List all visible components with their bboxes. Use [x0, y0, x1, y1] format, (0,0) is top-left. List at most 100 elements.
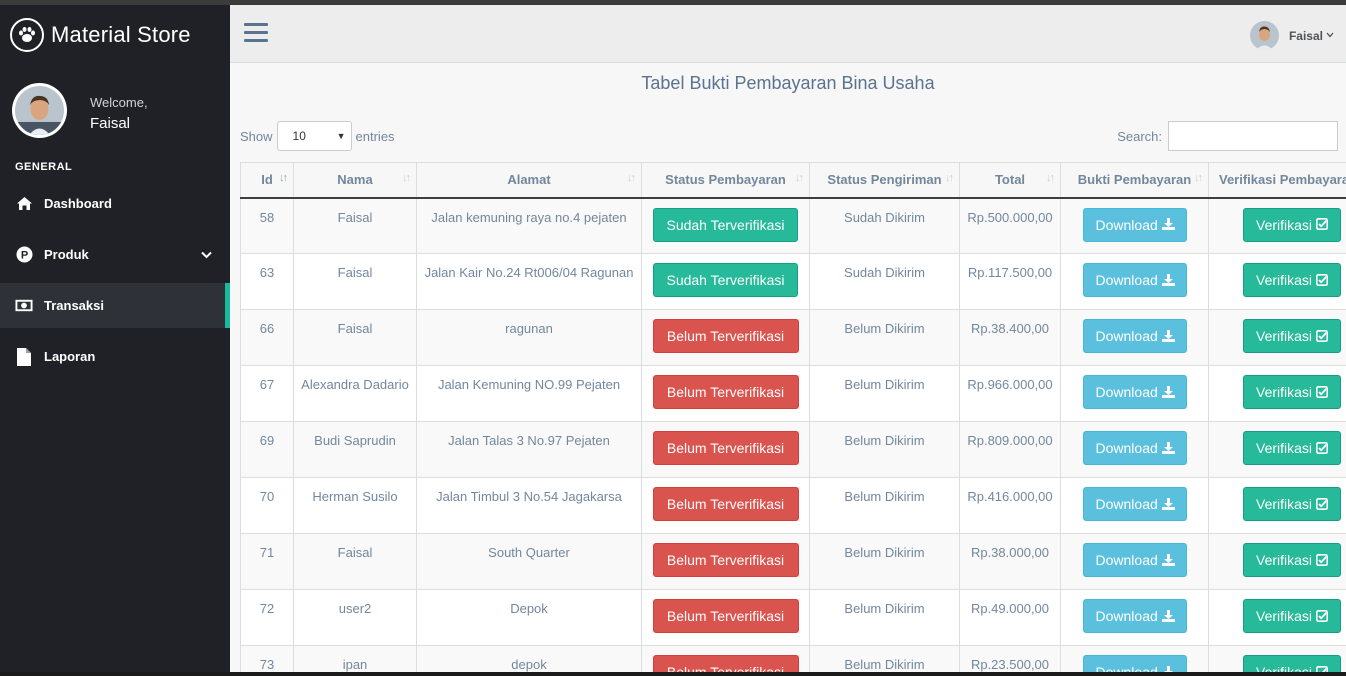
- cell-id: 67: [240, 365, 294, 422]
- chevron-down-icon: [1326, 30, 1334, 41]
- topnav-username: Faisal: [1288, 28, 1323, 43]
- table-row: 67 Alexandra Dadario Jalan Kemuning NO.99 …: [240, 365, 1346, 422]
- cell-id: 58: [240, 197, 294, 254]
- payment-status-button[interactable]: Belum Terverifikasi: [652, 319, 799, 353]
- sidebar-item-laporan[interactable]: Laporan: [0, 334, 230, 379]
- verify-button[interactable]: Verifikasi: [1243, 375, 1341, 409]
- cell-alamat: Jalan Talas 3 No.97 Pejaten: [416, 421, 642, 478]
- cell-alamat: Jalan kemuning raya no.4 pejaten: [416, 197, 642, 254]
- verify-button[interactable]: Verifikasi: [1243, 431, 1341, 465]
- column-header-alamat[interactable]: Alamat ↓↑: [416, 162, 642, 199]
- cell-status-pembayaran: Belum Terverifikasi: [641, 589, 810, 646]
- check-square-icon: [1316, 218, 1329, 231]
- chevron-down-icon: [201, 247, 212, 262]
- sidebar: Material Store Welcome, Faisal GENERAL D…: [0, 5, 230, 672]
- table-container: Id ↓↑ Nama ↓↑ Alamat ↓↑ Status Pembayaran ↓↑…: [240, 162, 1346, 672]
- download-button[interactable]: Download: [1082, 207, 1187, 242]
- payment-status-button[interactable]: Belum Terverifikasi: [652, 655, 799, 672]
- download-button[interactable]: Download: [1082, 263, 1187, 297]
- entries-select[interactable]: 10 ▼: [276, 121, 352, 151]
- cell-status-pembayaran: Sudah Terverifikasi: [641, 253, 810, 310]
- cell-status-pembayaran: Sudah Terverifikasi: [641, 197, 810, 254]
- download-label: Download: [1095, 440, 1158, 456]
- column-header-status-pembayaran[interactable]: Status Pembayaran ↓↑: [641, 162, 810, 199]
- download-label: Download: [1095, 328, 1158, 344]
- verify-label: Verifikasi: [1256, 664, 1313, 672]
- column-header-status-pengiriman[interactable]: Status Pengiriman ↓↑: [809, 162, 960, 199]
- table-row: 58 Faisal Jalan kemuning raya no.4 pejaten…: [240, 197, 1346, 254]
- verify-button[interactable]: Verifikasi: [1243, 599, 1341, 633]
- verify-button[interactable]: Verifikasi: [1243, 207, 1341, 242]
- cell-nama: user2: [293, 589, 417, 646]
- download-icon: [1161, 609, 1175, 622]
- download-icon: [1161, 329, 1175, 342]
- cell-verifikasi: Verifikasi: [1208, 197, 1346, 254]
- payment-status-button[interactable]: Belum Terverifikasi: [652, 487, 799, 521]
- user-dropdown[interactable]: Faisal: [1249, 21, 1334, 50]
- cell-status-pengiriman: Belum Dikirim: [809, 477, 960, 534]
- sidebar-item-transaksi[interactable]: Transaksi: [0, 283, 230, 328]
- cell-total: Rp.500.000,00: [959, 197, 1061, 254]
- download-button[interactable]: Download: [1082, 487, 1187, 521]
- cell-id: 63: [240, 253, 294, 310]
- verify-label: Verifikasi: [1256, 440, 1313, 456]
- cell-total: Rp.38.400,00: [959, 309, 1061, 366]
- cell-status-pengiriman: Belum Dikirim: [809, 533, 960, 590]
- download-button[interactable]: Download: [1082, 543, 1187, 577]
- sidebar-item-dashboard[interactable]: Dashboard: [0, 181, 230, 226]
- cell-status-pengiriman: Sudah Dikirim: [809, 253, 960, 310]
- column-header-nama[interactable]: Nama ↓↑: [293, 162, 417, 199]
- verify-button[interactable]: Verifikasi: [1243, 263, 1341, 297]
- cell-bukti: Download: [1060, 533, 1209, 590]
- sidebar-item-produk[interactable]: P Produk: [0, 232, 230, 277]
- cell-alamat: ragunan: [416, 309, 642, 366]
- search-label: Search:: [1117, 128, 1162, 144]
- page-title: Tabel Bukti Pembayaran Bina Usaha: [641, 73, 935, 93]
- download-label: Download: [1095, 496, 1158, 512]
- cell-nama: Faisal: [293, 309, 417, 366]
- cell-nama: Faisal: [293, 197, 417, 254]
- verify-button[interactable]: Verifikasi: [1243, 319, 1341, 353]
- column-header-id[interactable]: Id ↓↑: [240, 162, 294, 199]
- payment-status-button[interactable]: Belum Terverifikasi: [652, 431, 799, 465]
- sort-icon: ↓↑: [402, 172, 411, 184]
- profile-username: Faisal: [90, 115, 131, 132]
- payment-status-button[interactable]: Sudah Terverifikasi: [653, 263, 798, 297]
- check-square-icon: [1316, 273, 1329, 286]
- verify-button[interactable]: Verifikasi: [1243, 487, 1341, 521]
- avatar: [12, 83, 67, 138]
- column-header-verifikasi-pembayaran[interactable]: Verifikasi Pembayaran: [1208, 162, 1346, 199]
- cell-status-pengiriman: Belum Dikirim: [809, 645, 960, 672]
- download-icon: [1161, 441, 1175, 454]
- svg-text:P: P: [20, 250, 27, 262]
- column-header-bukti-pembayaran[interactable]: Bukti Pembayaran ↓↑: [1060, 162, 1209, 199]
- payment-status-button[interactable]: Belum Terverifikasi: [652, 375, 799, 409]
- verify-button[interactable]: Verifikasi: [1243, 543, 1341, 577]
- download-button[interactable]: Download: [1082, 431, 1187, 465]
- cell-status-pengiriman: Sudah Dikirim: [809, 197, 960, 254]
- download-button[interactable]: Download: [1082, 655, 1187, 672]
- cell-status-pembayaran: Belum Terverifikasi: [641, 645, 810, 672]
- payment-status-button[interactable]: Belum Terverifikasi: [652, 599, 799, 633]
- column-header-total[interactable]: Total ↓↑: [959, 162, 1061, 199]
- dropdown-arrow-icon: ▼: [336, 131, 346, 141]
- verify-button[interactable]: Verifikasi: [1243, 655, 1341, 672]
- menu-toggle-icon[interactable]: [244, 23, 268, 43]
- entries-value: 10: [292, 129, 306, 143]
- payment-status-button[interactable]: Belum Terverifikasi: [652, 543, 799, 577]
- welcome-text: Welcome,: [90, 95, 148, 110]
- payment-status-button[interactable]: Sudah Terverifikasi: [653, 207, 798, 242]
- brand[interactable]: Material Store: [10, 17, 191, 53]
- search-input[interactable]: [1168, 121, 1338, 151]
- download-icon: [1161, 273, 1175, 286]
- download-button[interactable]: Download: [1082, 319, 1187, 353]
- cell-total: Rp.23.500,00: [959, 645, 1061, 672]
- window-bottom-border: [0, 672, 1346, 676]
- download-button[interactable]: Download: [1082, 599, 1187, 633]
- cell-total: Rp.117.500,00: [959, 253, 1061, 310]
- check-square-icon: [1316, 441, 1329, 454]
- download-icon: [1161, 385, 1175, 398]
- download-button[interactable]: Download: [1082, 375, 1187, 409]
- paw-icon: [10, 18, 44, 52]
- download-label: Download: [1095, 664, 1158, 672]
